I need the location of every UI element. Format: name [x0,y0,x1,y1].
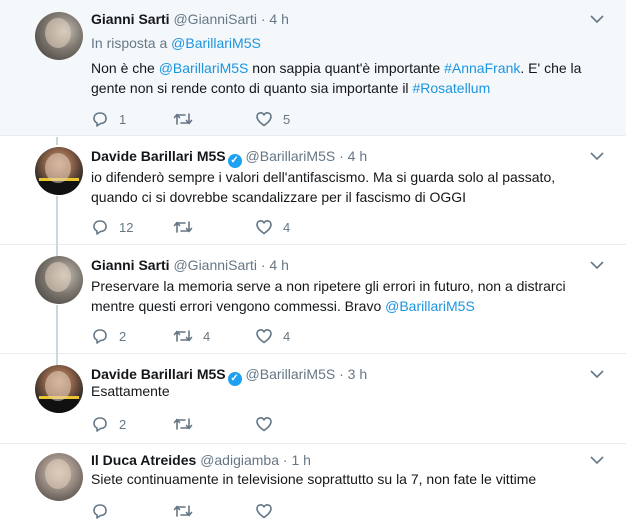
heart-icon [256,112,272,127]
tweet-text: io difenderò sempre i valori dell'antifa… [91,169,556,205]
author-handle[interactable]: @GianniSarti [173,11,256,27]
reply-icon [93,329,107,344]
retweet-icon [173,221,193,233]
reply-prefix: In risposta a [91,35,168,51]
like-button[interactable] [255,501,273,521]
heart-icon [256,329,272,344]
reply-context: In risposta a @BarillariM5S [91,35,261,51]
reply-icon [93,417,107,432]
timestamp[interactable]: 3 h [348,366,367,382]
reply-count: 2 [119,416,127,432]
tweet-header: Il Duca Atreides @adigiamba · 1 h [91,452,311,468]
reply-button[interactable]: 2 [91,414,126,434]
author-name[interactable]: Gianni Sarti [91,257,170,273]
text-segment: non sappia quant'è importante [248,60,445,76]
tweet-header: Davide Barillari M5S ✓ @BarillariM5S · 4 … [91,148,367,168]
timestamp[interactable]: 4 h [269,257,288,273]
like-count: 4 [283,328,291,344]
tweet[interactable]: Il Duca Atreides @adigiamba · 1 h Siete … [0,445,626,523]
retweet-icon [173,505,193,517]
retweet-button[interactable] [173,217,203,237]
text-segment: Preservare la memoria serve a non ripete… [91,278,566,314]
tweet[interactable]: Gianni Sarti @GianniSarti · 4 h Preserva… [0,246,626,354]
separator: · [339,366,344,382]
reply-icon [93,504,107,519]
mention-link[interactable]: @BarillariM5S [385,298,475,314]
like-count: 5 [283,111,291,127]
separator: · [260,11,266,27]
avatar[interactable] [35,256,83,304]
tweet-text: Non è che @BarillariM5S non sappia quant… [91,58,601,98]
retweet-icon [173,330,193,342]
tweet-text: Siete continuamente in televisione sopra… [91,471,537,487]
retweet-button[interactable] [173,109,203,129]
retweet-icon [173,113,193,125]
author-handle[interactable]: @GianniSarti [173,257,256,273]
timestamp[interactable]: 4 h [348,148,367,164]
tweet-text: Preservare la memoria serve a non ripete… [91,276,601,316]
retweet-icon [173,418,193,430]
reply-button[interactable]: 2 [91,326,126,346]
separator: · [282,452,288,468]
like-button[interactable]: 4 [255,326,290,346]
separator: · [339,148,344,164]
mention-link[interactable]: @BarillariM5S [159,60,249,76]
text-segment: Non è che [91,60,159,76]
mention-link[interactable]: @BarillariM5S [171,35,261,51]
heart-icon [256,220,272,235]
reply-icon [93,220,107,235]
avatar[interactable] [35,365,83,413]
author-handle[interactable]: @BarillariM5S [246,366,336,382]
heart-icon [256,417,272,432]
hashtag-link[interactable]: #Rosatellum [412,80,490,96]
reply-button[interactable]: 12 [91,217,133,237]
like-button[interactable]: 4 [255,217,290,237]
retweet-button[interactable] [173,501,193,521]
verified-badge-icon: ✓ [227,154,242,168]
reply-count: 1 [119,111,127,127]
reply-button[interactable]: 1 [91,109,126,129]
heart-icon [256,504,272,519]
author-name[interactable]: Il Duca Atreides [91,452,196,468]
avatar[interactable] [35,147,83,195]
author-handle[interactable]: @BarillariM5S [246,148,336,164]
retweet-button[interactable]: 4 [173,326,210,346]
reply-button[interactable] [91,501,109,521]
like-button[interactable] [255,414,283,434]
separator: · [260,257,266,273]
tweet[interactable]: Davide Barillari M5S ✓ @BarillariM5S · 3 … [0,355,626,444]
reply-count: 2 [119,328,127,344]
retweet-button[interactable] [173,414,203,434]
reply-icon [93,112,107,127]
tweet-header: Gianni Sarti @GianniSarti · 4 h [91,257,289,273]
hashtag-link[interactable]: #AnnaFrank [444,60,520,76]
avatar[interactable] [35,453,83,501]
author-name[interactable]: Davide Barillari M5S [91,148,226,164]
timestamp[interactable]: 1 h [291,452,310,468]
author-name[interactable]: Davide Barillari M5S [91,366,226,382]
avatar[interactable] [35,12,83,60]
reply-count: 12 [119,219,134,235]
like-button[interactable]: 5 [255,109,290,129]
timestamp[interactable]: 4 h [269,11,288,27]
retweet-count: 4 [203,328,211,344]
tweet[interactable]: Davide Barillari M5S ✓ @BarillariM5S · 4 … [0,137,626,245]
tweet-text: Esattamente [91,383,170,399]
author-name[interactable]: Gianni Sarti [91,11,170,27]
tweet[interactable]: Gianni Sarti @GianniSarti · 4 h In rispo… [0,0,626,136]
tweet-header: Gianni Sarti @GianniSarti · 4 h [91,11,289,27]
like-count: 4 [283,219,291,235]
author-handle[interactable]: @adigiamba [200,452,279,468]
